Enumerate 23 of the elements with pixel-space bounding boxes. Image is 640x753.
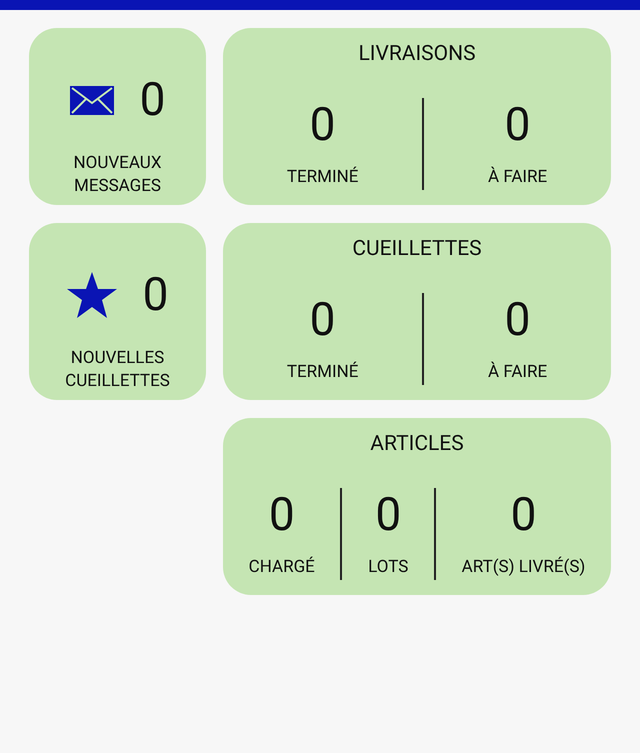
stat-label: TERMINÉ: [286, 166, 360, 188]
stat-label: À FAIRE: [487, 361, 548, 383]
stat-value: 0: [310, 293, 336, 347]
stat-label: ART(S) LIVRÉ(S): [460, 556, 586, 578]
message-count: 0: [140, 77, 166, 123]
stat-label: LOTS: [367, 556, 410, 578]
star-icon: [66, 272, 117, 318]
card-label: NOUVELLES CUEILLETTES: [64, 347, 171, 393]
card-title: ARTICLES: [370, 431, 464, 458]
envelope-icon: [70, 86, 114, 114]
stat-value: 0: [268, 488, 295, 542]
stat-value: 0: [504, 293, 531, 347]
pick-count: 0: [142, 272, 168, 318]
stat-value: 0: [310, 98, 336, 152]
stat-value: 0: [504, 98, 531, 152]
card-title: CUEILLETTES: [352, 236, 482, 263]
stat-label: À FAIRE: [487, 166, 548, 188]
stat-value: 0: [510, 488, 536, 542]
card-title: LIVRAISONS: [358, 41, 476, 68]
card-label: NOUVEAUX MESSAGES: [72, 152, 162, 198]
stat-value: 0: [375, 488, 402, 542]
stat-label: TERMINÉ: [286, 361, 360, 383]
stat-label: CHARGÉ: [248, 556, 316, 578]
